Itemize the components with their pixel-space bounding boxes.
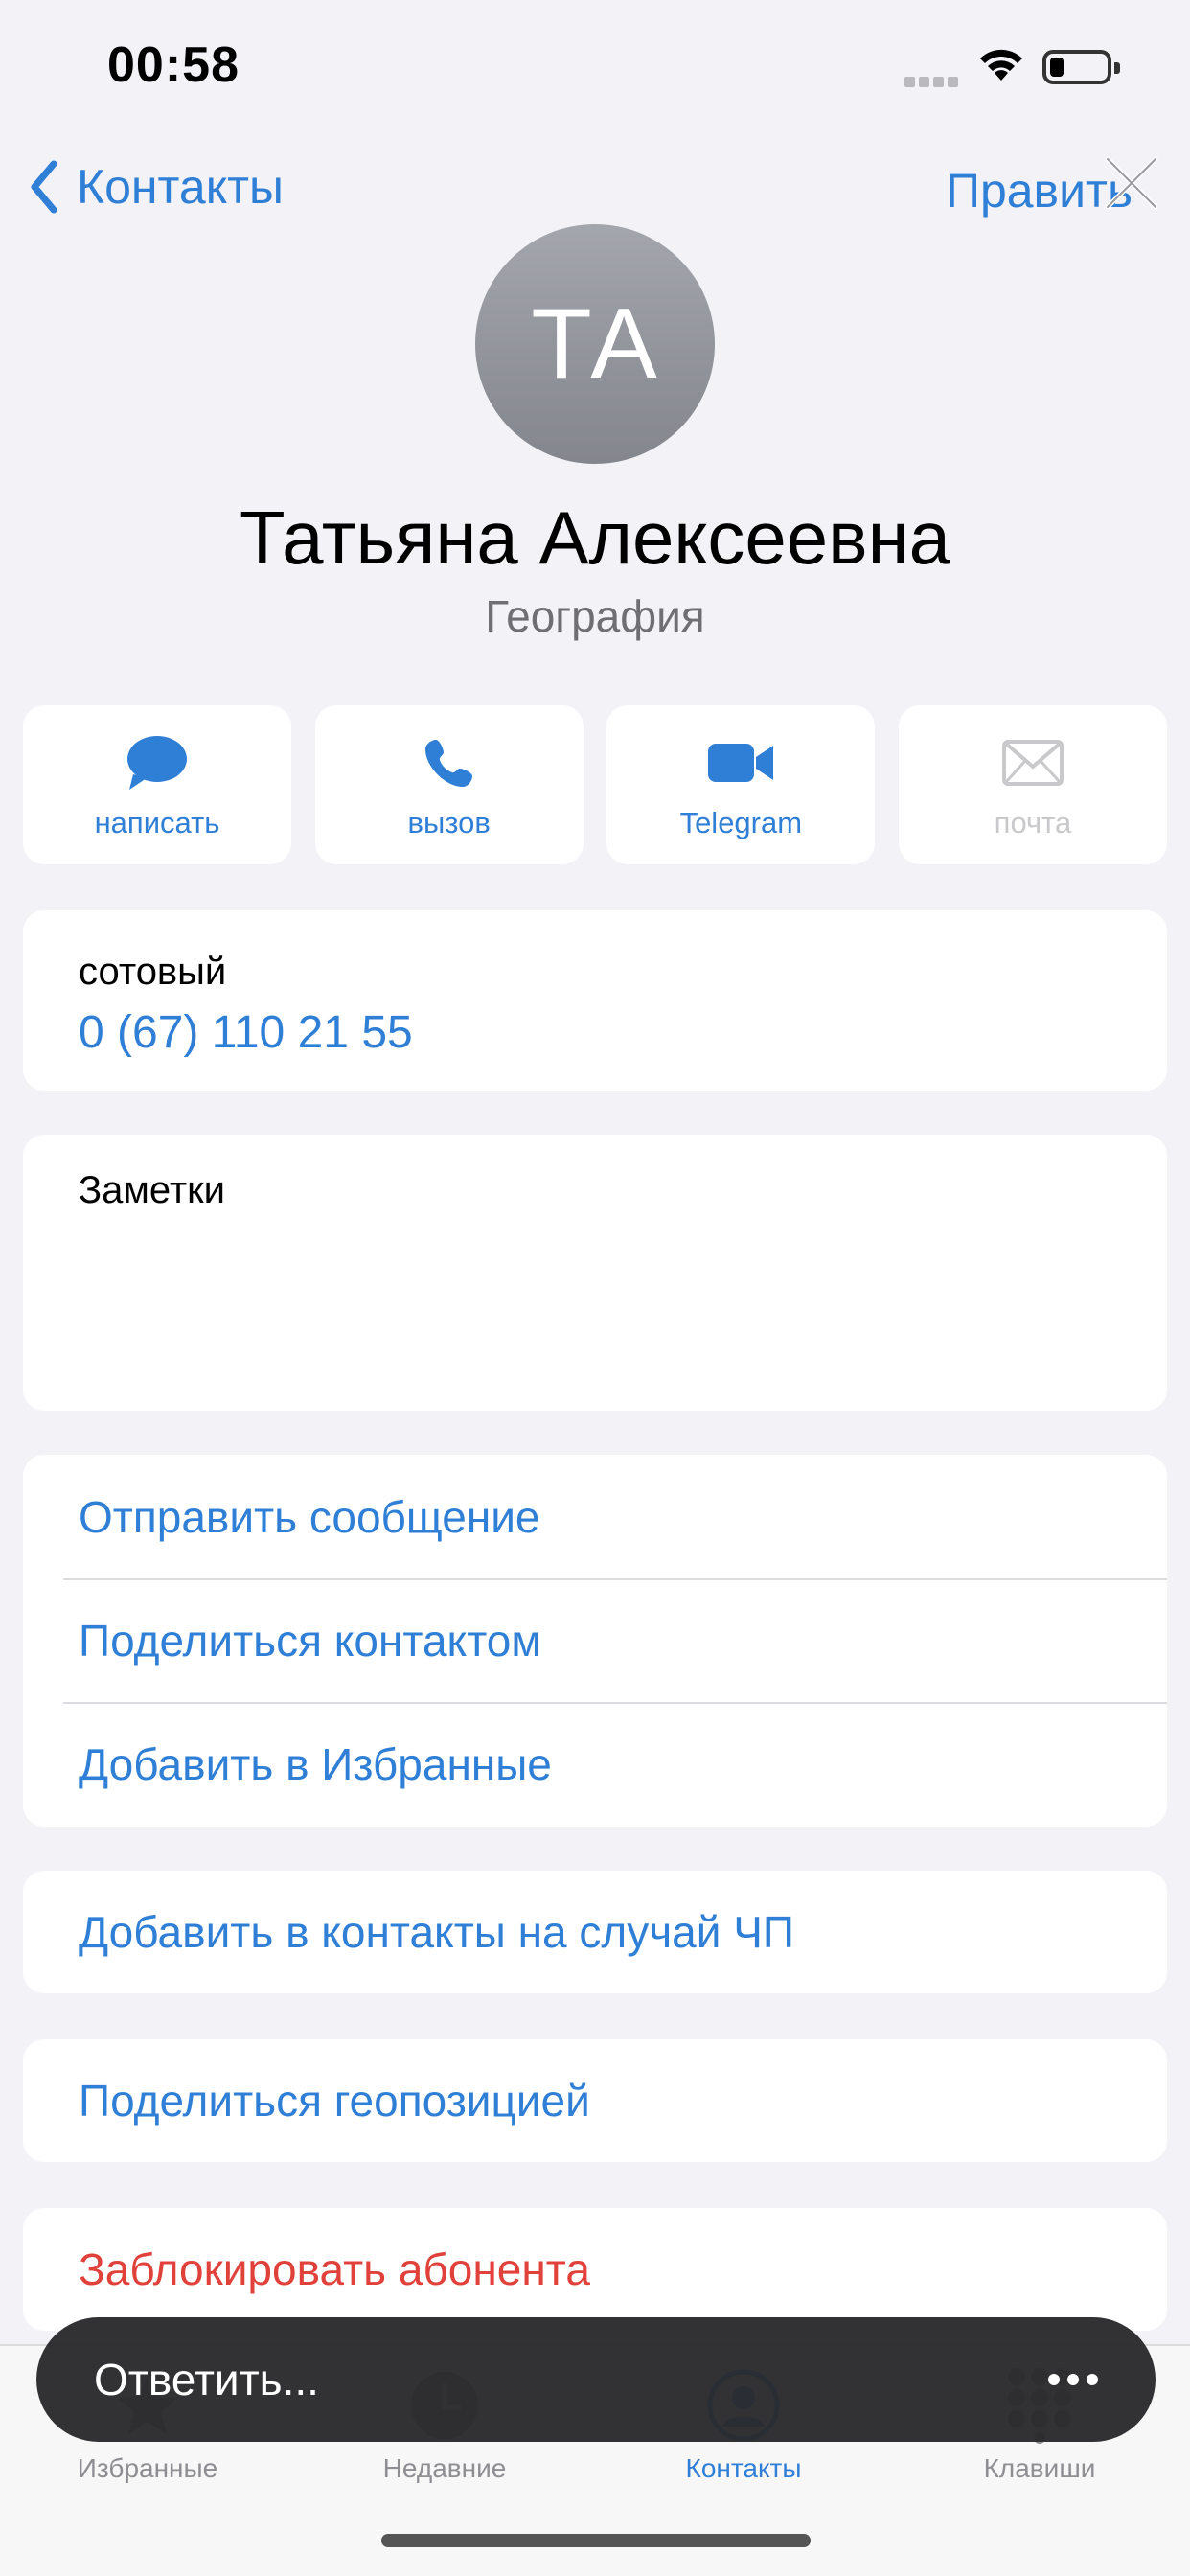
quick-actions: написать вызов Telegram почта bbox=[23, 705, 1167, 864]
mail-button[interactable]: почта bbox=[898, 705, 1167, 864]
status-time: 00:58 bbox=[107, 37, 240, 93]
battery-icon bbox=[1042, 50, 1120, 84]
more-icon[interactable] bbox=[1048, 2374, 1098, 2385]
phone-number-link[interactable]: 0 (67) 110 21 55 bbox=[79, 1006, 413, 1059]
message-icon bbox=[126, 729, 189, 796]
contact-subtitle: География bbox=[485, 591, 705, 641]
reply-bar[interactable]: Ответить... bbox=[36, 2317, 1156, 2442]
notes-card[interactable]: Заметки bbox=[23, 1135, 1167, 1411]
add-to-favorites-item[interactable]: Добавить в Избранные bbox=[23, 1702, 1167, 1826]
tab-favorites-label: Избранные bbox=[77, 2453, 218, 2483]
back-label: Контакты bbox=[77, 160, 284, 214]
call-label: вызов bbox=[407, 806, 491, 840]
back-button[interactable]: Контакты bbox=[29, 159, 284, 215]
share-location-item[interactable]: Поделиться геопозицией bbox=[23, 2039, 1167, 2162]
block-caller-item[interactable]: Заблокировать абонента bbox=[23, 2208, 1167, 2331]
tab-recents-label: Недавние bbox=[382, 2453, 507, 2483]
phone-type-label: сотовый bbox=[79, 951, 227, 993]
send-message-item[interactable]: Отправить сообщение bbox=[23, 1455, 1167, 1578]
contact-name: Татьяна Алексеевна bbox=[239, 495, 951, 580]
tab-keypad-label: Клавиши bbox=[983, 2453, 1096, 2483]
message-button[interactable]: написать bbox=[23, 705, 291, 864]
mail-icon bbox=[1001, 729, 1064, 796]
chevron-left-icon bbox=[31, 160, 57, 214]
mail-label: почта bbox=[994, 806, 1072, 840]
message-label: написать bbox=[94, 806, 220, 840]
phone-card: сотовый 0 (67) 110 21 55 bbox=[23, 910, 1167, 1091]
actions-list: Отправить сообщение Поделиться контактом… bbox=[23, 1455, 1167, 1827]
phone-icon bbox=[423, 729, 476, 796]
share-contact-item[interactable]: Поделиться контактом bbox=[23, 1578, 1167, 1702]
notes-label: Заметки bbox=[79, 1169, 225, 1211]
telegram-video-button[interactable]: Telegram bbox=[606, 705, 876, 864]
telegram-label: Telegram bbox=[679, 806, 803, 840]
reply-placeholder[interactable]: Ответить... bbox=[94, 2354, 319, 2405]
emergency-contact-item[interactable]: Добавить в контакты на случай ЧП bbox=[23, 1871, 1167, 1993]
close-icon[interactable] bbox=[1102, 153, 1161, 218]
video-icon bbox=[706, 729, 775, 796]
home-indicator[interactable] bbox=[381, 2534, 811, 2547]
cellular-signal-icon bbox=[904, 75, 962, 92]
call-button[interactable]: вызов bbox=[314, 705, 584, 864]
wifi-icon bbox=[975, 46, 1027, 89]
tab-contacts-label: Контакты bbox=[685, 2453, 802, 2483]
avatar: ТА bbox=[475, 224, 715, 464]
